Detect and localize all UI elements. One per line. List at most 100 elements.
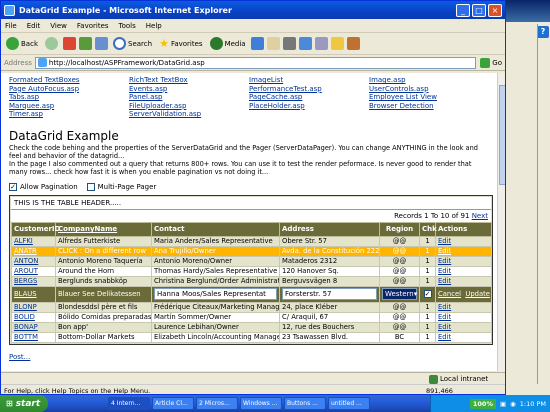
link-image[interactable]: Image.asp bbox=[369, 76, 489, 85]
edit-link[interactable]: Edit bbox=[438, 237, 451, 245]
table-row[interactable]: ANTON Antonio Moreno Taquería Antonio More… bbox=[11, 255, 492, 267]
history-icon[interactable] bbox=[250, 37, 264, 50]
cell-address: Avda. de la Constitución 2222 bbox=[279, 245, 380, 257]
stop-icon[interactable] bbox=[63, 37, 76, 50]
table-row[interactable]: BONAP Bon app' Laurence Lebihan/Owner 12, r… bbox=[11, 321, 492, 333]
customer-id-link[interactable]: AROUT bbox=[14, 267, 38, 275]
table-row[interactable]: AROUT Around the Horn Thomas Hardy/Sales R… bbox=[11, 265, 492, 277]
edit-link[interactable]: Edit bbox=[438, 257, 451, 265]
edit-link[interactable]: Edit bbox=[438, 247, 451, 255]
link-imagelist[interactable]: ImageList bbox=[249, 76, 369, 85]
menu-file[interactable]: File bbox=[5, 22, 17, 30]
cell-id: ALFKI bbox=[11, 235, 56, 247]
link-employee-list-view[interactable]: Employee List View bbox=[369, 93, 489, 102]
task-buttons[interactable]: Buttons ... bbox=[284, 397, 326, 410]
back-button[interactable]: Back bbox=[4, 35, 40, 53]
next-link[interactable]: Next bbox=[472, 212, 488, 220]
close-button[interactable]: × bbox=[488, 3, 502, 17]
table-row[interactable]: ALFKI Alfreds Futterkiste Maria Anders/Sal… bbox=[11, 235, 492, 247]
customer-id-link[interactable]: BLAUS bbox=[14, 290, 37, 298]
customer-id-link[interactable]: BLONP bbox=[14, 303, 37, 311]
update-link[interactable]: Update bbox=[465, 290, 490, 298]
edit-icon[interactable] bbox=[298, 37, 312, 50]
edit-link[interactable]: Edit bbox=[438, 303, 451, 311]
menu-view[interactable]: View bbox=[50, 22, 67, 30]
table-row[interactable]: BOLID Bólido Comidas preparadas Martín Som… bbox=[11, 311, 492, 323]
link-formated-textboxes[interactable]: Formated TextBoxes bbox=[9, 76, 129, 85]
vertical-scrollbar[interactable] bbox=[497, 73, 505, 371]
sort-companyname-link[interactable]: CompanyName bbox=[58, 225, 117, 233]
chk-edit-checkbox[interactable]: ✓ bbox=[423, 290, 432, 299]
edit-link[interactable]: Edit bbox=[438, 323, 451, 331]
table-row[interactable]: BERGS Berglunds snabbköp Christina Berglun… bbox=[11, 275, 492, 287]
link-events[interactable]: Events.asp bbox=[129, 85, 249, 94]
cancel-link[interactable]: Cancel bbox=[438, 290, 461, 298]
link-servervalidation[interactable]: ServerValidation.asp bbox=[129, 110, 249, 119]
table-row[interactable]: ANATR CLICK : On a different row Ana Truji… bbox=[11, 245, 492, 257]
menu-favorites[interactable]: Favorites bbox=[77, 22, 109, 30]
desktop: ? DataGrid Example - Microsoft Internet … bbox=[0, 0, 550, 412]
folder-icon[interactable] bbox=[330, 37, 344, 50]
task-untitled[interactable]: untitled ... bbox=[328, 397, 370, 410]
multi-page-checkbox[interactable] bbox=[86, 182, 95, 191]
task-article[interactable]: Article Cl... bbox=[152, 397, 194, 410]
customer-id-link[interactable]: BOLID bbox=[14, 313, 35, 321]
mail-icon[interactable] bbox=[266, 37, 280, 50]
link-usercontrols[interactable]: UserControls.asp bbox=[369, 85, 489, 94]
home-icon[interactable] bbox=[95, 37, 108, 50]
address-input[interactable]: http://localhost/ASPFramework/DataGrid.a… bbox=[34, 56, 477, 69]
table-row[interactable]: BOTTM Bottom-Dollar Markets Elizabeth Linc… bbox=[11, 331, 492, 343]
forward-button[interactable] bbox=[43, 35, 60, 53]
edit-link[interactable]: Edit bbox=[438, 333, 451, 341]
edit-link[interactable]: Edit bbox=[438, 277, 451, 285]
network-icon[interactable]: ▣ bbox=[500, 400, 506, 408]
link-tabs[interactable]: Tabs.asp bbox=[9, 93, 129, 102]
link-placeholder[interactable]: PlaceHolder.asp bbox=[249, 102, 369, 111]
task-microsoft[interactable]: 2 Micros... bbox=[196, 397, 238, 410]
refresh-icon[interactable] bbox=[79, 37, 92, 50]
task-windows[interactable]: Windows ... bbox=[240, 397, 282, 410]
link-fileuploader[interactable]: FileUploader.asp bbox=[129, 102, 249, 111]
task-internet[interactable]: 4 Intern... bbox=[108, 397, 150, 410]
table-row[interactable]: BLONP Blondesddsl père et fils Frédérique … bbox=[11, 301, 492, 313]
address-edit-input[interactable]: Forsterstr. 57 bbox=[282, 288, 377, 301]
maximize-button[interactable]: □ bbox=[472, 3, 486, 17]
post-link[interactable]: Post... bbox=[9, 353, 30, 361]
customer-id-link[interactable]: BONAP bbox=[14, 323, 38, 331]
edit-link[interactable]: Edit bbox=[438, 313, 451, 321]
search-button[interactable]: Search bbox=[111, 35, 154, 53]
customer-id-link[interactable]: BERGS bbox=[14, 277, 37, 285]
link-performancetest[interactable]: PerformanceTest.asp bbox=[249, 85, 369, 94]
messenger-icon[interactable] bbox=[346, 37, 360, 50]
discuss-icon[interactable] bbox=[314, 37, 328, 50]
link-browser-detection[interactable]: Browser Detection bbox=[369, 102, 489, 111]
link-panel[interactable]: Panel.asp bbox=[129, 93, 249, 102]
go-button[interactable]: Go bbox=[480, 57, 502, 68]
col-companyname[interactable]: CompanyName bbox=[55, 221, 152, 237]
link-marquee[interactable]: Marquee.asp bbox=[9, 102, 129, 111]
media-button[interactable]: Media bbox=[208, 35, 248, 53]
battery-indicator[interactable]: 100% bbox=[469, 398, 496, 409]
scrollbar-thumb[interactable] bbox=[499, 85, 505, 185]
allow-pagination-checkbox[interactable]: ✓ bbox=[9, 182, 17, 191]
link-richtext-textbox[interactable]: RichText TextBox bbox=[129, 76, 249, 85]
link-page-autofocus[interactable]: Page AutoFocus.asp bbox=[9, 85, 129, 94]
link-pagecache[interactable]: PageCache.asp bbox=[249, 93, 369, 102]
edit-link[interactable]: Edit bbox=[438, 267, 451, 275]
menu-edit[interactable]: Edit bbox=[27, 22, 41, 30]
menu-tools[interactable]: Tools bbox=[119, 22, 136, 30]
customer-id-link[interactable]: ANTON bbox=[14, 257, 38, 265]
help-icon: ? bbox=[537, 26, 549, 38]
customer-id-link[interactable]: BOTTM bbox=[14, 333, 38, 341]
customer-id-link[interactable]: ANATR bbox=[14, 247, 37, 255]
favorites-button[interactable]: ★ Favorites bbox=[157, 35, 205, 53]
contact-edit-input[interactable]: Hanna Moos/Sales Representat bbox=[154, 288, 277, 301]
link-timer[interactable]: Timer.asp bbox=[9, 110, 129, 119]
region-select[interactable]: Western ▾ bbox=[382, 288, 417, 301]
customer-id-link[interactable]: ALFKI bbox=[14, 237, 33, 245]
print-icon[interactable] bbox=[282, 37, 296, 50]
menu-help[interactable]: Help bbox=[146, 22, 162, 30]
volume-icon[interactable]: ◉ bbox=[510, 400, 516, 408]
minimize-button[interactable]: _ bbox=[456, 3, 470, 17]
start-button[interactable]: ⊞ start bbox=[0, 395, 48, 412]
